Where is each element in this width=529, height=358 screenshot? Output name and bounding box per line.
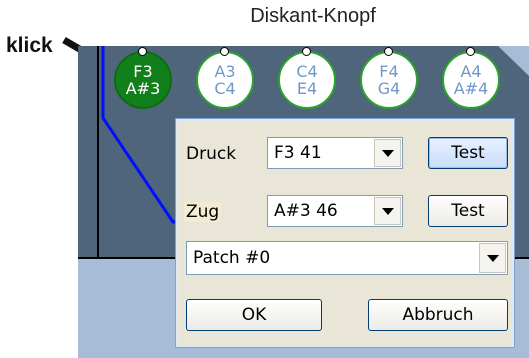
note-button-pull-note: A#3 bbox=[125, 79, 161, 98]
zug-dropdown-button[interactable] bbox=[374, 197, 401, 225]
note-button-press-note: F3 bbox=[133, 62, 153, 81]
note-button[interactable]: F3 A#3 bbox=[114, 47, 172, 109]
note-assignment-dialog: Druck F3 41 Test Zug A#3 46 Test Patch #… bbox=[175, 118, 515, 348]
note-button-press-note: A3 bbox=[214, 62, 236, 81]
connector-dot-icon bbox=[220, 47, 229, 56]
note-button[interactable]: A3 C4 bbox=[196, 47, 254, 109]
note-button-press-note: F4 bbox=[379, 62, 399, 81]
note-button[interactable]: A4 A#4 bbox=[442, 47, 500, 109]
note-button-press-note: C4 bbox=[296, 62, 318, 81]
zug-label: Zug bbox=[184, 202, 222, 222]
druck-dropdown-button[interactable] bbox=[374, 139, 401, 167]
druck-label: Druck bbox=[186, 144, 237, 164]
zug-test-button[interactable]: Test bbox=[428, 195, 508, 227]
diskant-knopf-caption: Diskant-Knopf bbox=[250, 5, 376, 27]
note-button-pull-note: E4 bbox=[296, 79, 318, 98]
note-button[interactable]: F4 G4 bbox=[360, 47, 418, 109]
note-button-press-note: A4 bbox=[460, 62, 482, 81]
patch-select[interactable]: Patch #0 bbox=[186, 241, 508, 275]
zug-select-value: A#3 46 bbox=[274, 201, 338, 221]
connector-dot-icon bbox=[138, 47, 147, 56]
cancel-button[interactable]: Abbruch bbox=[368, 299, 508, 331]
connector-dot-icon bbox=[302, 47, 311, 56]
connector-dot-icon bbox=[384, 47, 393, 56]
chevron-down-icon bbox=[381, 149, 394, 157]
druck-select-value: F3 41 bbox=[274, 143, 322, 163]
patch-select-value: Patch #0 bbox=[193, 248, 271, 268]
patch-dropdown-button[interactable] bbox=[479, 243, 506, 273]
note-button-pull-note: G4 bbox=[377, 79, 401, 98]
click-annotation-label: klick bbox=[6, 34, 53, 57]
ok-button[interactable]: OK bbox=[186, 299, 322, 331]
keyboard-canvas: F3 A#3 A3 C4 C4 E4 F4 G4 A4 A#4 Druck F3 41 Test … bbox=[78, 46, 529, 358]
note-button-pull-note: A#4 bbox=[453, 79, 489, 98]
zug-select[interactable]: A#3 46 bbox=[267, 195, 403, 227]
note-button-pull-note: C4 bbox=[214, 79, 236, 98]
note-button[interactable]: C4 E4 bbox=[278, 47, 336, 109]
chevron-down-icon bbox=[381, 207, 394, 215]
druck-select[interactable]: F3 41 bbox=[267, 137, 403, 169]
druck-test-button[interactable]: Test bbox=[428, 137, 508, 169]
chevron-down-icon bbox=[486, 254, 499, 262]
connector-dot-icon bbox=[466, 47, 475, 56]
